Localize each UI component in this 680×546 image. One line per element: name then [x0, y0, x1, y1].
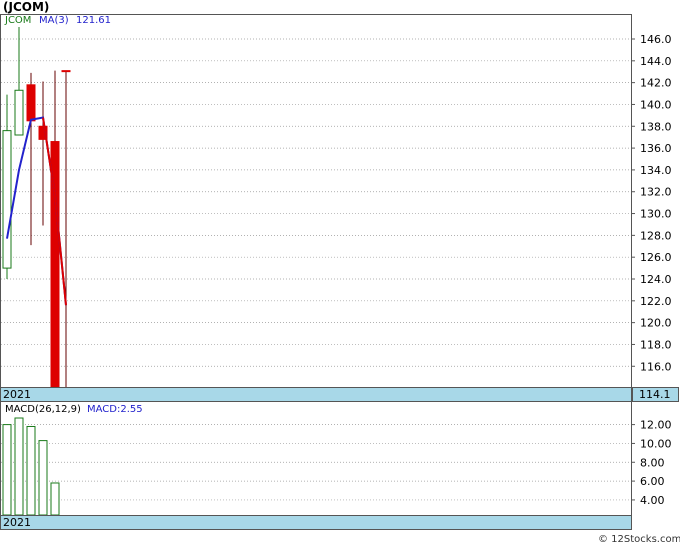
- price-tick-label: 120.0: [640, 317, 672, 330]
- price-panel-frame: [0, 14, 632, 388]
- candle-body-up: [2, 130, 12, 269]
- macd-bar: [50, 482, 60, 516]
- macd-axis: 4.00 6.00 8.00 10.00 12.00: [631, 419, 672, 507]
- chart-title: (JCOM): [3, 0, 49, 14]
- macd-panel: 4.00 6.00 8.00 10.00 12.00 MACD(26,12,9) MAC…: [0, 401, 672, 530]
- legend-ma-value: 121.61: [76, 15, 111, 26]
- price-tick-label: 138.0: [640, 120, 672, 133]
- macd-year-label: 2021: [3, 516, 31, 529]
- macd-bar: [14, 417, 24, 516]
- macd-tick-label: 12.00: [640, 419, 672, 432]
- price-panel: 116.0 118.0 120.0 122.0 124.0 126.0 128.0 130.0…: [0, 14, 679, 402]
- price-tick-label: 146.0: [640, 33, 672, 46]
- price-tick-label: 134.0: [640, 164, 672, 177]
- candle-body-up: [14, 89, 24, 136]
- macd-legend-value: MACD:2.55: [87, 404, 143, 415]
- price-tick-label: 130.0: [640, 208, 672, 221]
- legend-ticker: JCOM: [4, 15, 31, 26]
- price-tick-label: 118.0: [640, 338, 672, 351]
- macd-bar: [2, 424, 12, 516]
- copyright-label: © 12Stocks.com: [598, 534, 680, 545]
- price-tick-label: 126.0: [640, 251, 672, 264]
- last-price-label: 114.1: [639, 388, 671, 401]
- price-axis: 116.0 118.0 120.0 122.0 124.0 126.0 128.0 130.0…: [631, 33, 672, 373]
- price-tick-label: 144.0: [640, 55, 672, 68]
- macd-legend-label: MACD(26,12,9): [5, 404, 81, 415]
- price-year-band: [0, 387, 632, 402]
- macd-tick-label: 8.00: [640, 456, 665, 469]
- macd-bar: [26, 425, 36, 516]
- price-tick-label: 136.0: [640, 142, 672, 155]
- price-tick-label: 132.0: [640, 186, 672, 199]
- price-tick-label: 122.0: [640, 295, 672, 308]
- price-tick-label: 124.0: [640, 273, 672, 286]
- macd-panel-frame: [0, 401, 632, 516]
- stock-chart: (JCOM) 116.0 118.0 120.0 122.0 124.0 126.0 128…: [0, 0, 680, 545]
- candle-body-down: [61, 70, 71, 73]
- price-tick-label: 128.0: [640, 229, 672, 242]
- macd-tick-label: 10.00: [640, 437, 672, 450]
- macd-tick-label: 6.00: [640, 475, 665, 488]
- macd-year-band: [0, 515, 632, 530]
- price-year-label: 2021: [3, 388, 31, 401]
- price-tick-label: 142.0: [640, 77, 672, 90]
- macd-tick-label: 4.00: [640, 494, 665, 507]
- price-tick-label: 140.0: [640, 98, 672, 111]
- legend-ma-label: MA(3): [39, 15, 69, 26]
- macd-bar: [38, 440, 48, 516]
- candle-body-down: [26, 84, 36, 122]
- price-tick-label: 116.0: [640, 360, 672, 373]
